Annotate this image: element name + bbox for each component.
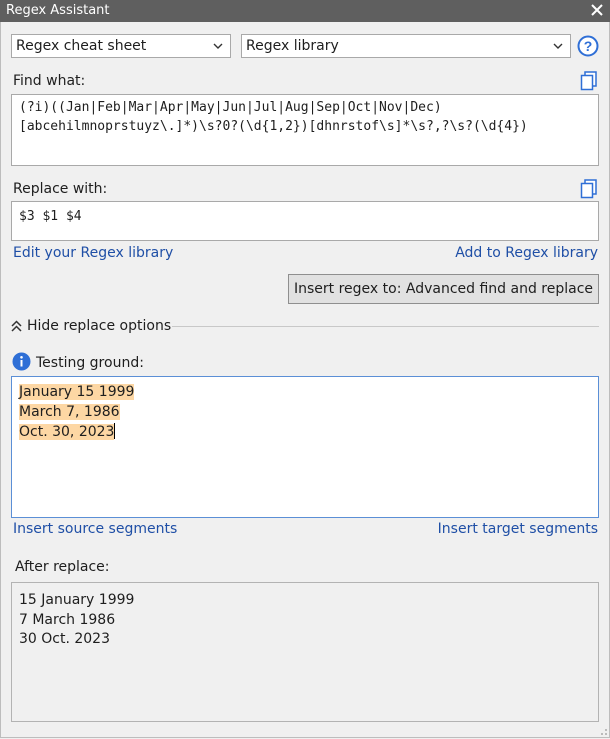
after-replace-field: 15 January 1999 7 March 1986 30 Oct. 202… — [11, 582, 599, 722]
after-replace-line: 30 Oct. 2023 — [19, 631, 110, 647]
match-highlight: March 7, 1986 — [19, 404, 120, 420]
divider — [172, 326, 599, 327]
info-icon — [12, 352, 31, 371]
library-dropdown[interactable]: Regex library — [241, 34, 571, 58]
close-icon[interactable] — [588, 1, 606, 19]
after-replace-line: 7 March 1986 — [19, 611, 116, 628]
match-highlight: January 15 1999 — [19, 384, 135, 400]
edit-library-link[interactable]: Edit your Regex library — [13, 245, 173, 261]
find-what-label: Find what: — [13, 73, 86, 89]
hide-replace-options-label: Hide replace options — [27, 318, 172, 334]
insert-target-segments-link[interactable]: Insert target segments — [438, 521, 598, 537]
testing-ground-text: January 15 1999 March 7, 1986 Oct. 30, 2… — [19, 382, 135, 442]
insert-regex-button[interactable]: Insert regex to: Advanced find and repla… — [288, 274, 599, 304]
after-replace-text: 15 January 1999 7 March 1986 30 Oct. 202… — [19, 591, 134, 650]
help-icon[interactable]: ? — [577, 35, 599, 57]
find-what-line-1: (?i)((Jan|Feb|Mar|Apr|May|Jun|Jul|Aug|Se… — [19, 100, 442, 115]
find-what-field[interactable]: (?i)((Jan|Feb|Mar|Apr|May|Jun|Jul|Aug|Se… — [11, 94, 599, 166]
replace-with-label: Replace with: — [13, 181, 108, 197]
testing-ground-label: Testing ground: — [36, 355, 144, 371]
svg-text:?: ? — [584, 38, 593, 54]
find-what-line-2: [abcehilmnoprstuyz\.]*)\s?0?(\d{1,2})[dh… — [19, 119, 528, 134]
text-caret — [114, 423, 116, 439]
match-highlight: Oct. 30, 2023 — [19, 424, 115, 440]
replace-with-value: $3 $1 $4 — [19, 209, 82, 224]
replace-with-field[interactable]: $3 $1 $4 — [11, 201, 599, 241]
after-replace-line: 15 January 1999 — [19, 592, 135, 608]
after-replace-label: After replace: — [15, 559, 110, 575]
copy-icon[interactable] — [580, 71, 598, 91]
chevron-down-icon — [213, 43, 223, 49]
copy-icon[interactable] — [580, 179, 598, 199]
resize-grip-icon[interactable] — [598, 726, 608, 736]
collapse-icon — [11, 320, 22, 332]
add-to-library-link[interactable]: Add to Regex library — [455, 245, 598, 261]
chevron-down-icon — [553, 43, 563, 49]
cheat-sheet-dropdown[interactable]: Regex cheat sheet — [11, 34, 231, 58]
library-value: Regex library — [246, 38, 339, 54]
cheat-sheet-value: Regex cheat sheet — [16, 38, 147, 54]
insert-source-segments-link[interactable]: Insert source segments — [13, 521, 177, 537]
window-title: Regex Assistant — [6, 3, 110, 18]
title-bar: Regex Assistant — [0, 0, 610, 22]
testing-ground-field[interactable]: January 15 1999 March 7, 1986 Oct. 30, 2… — [11, 376, 599, 518]
